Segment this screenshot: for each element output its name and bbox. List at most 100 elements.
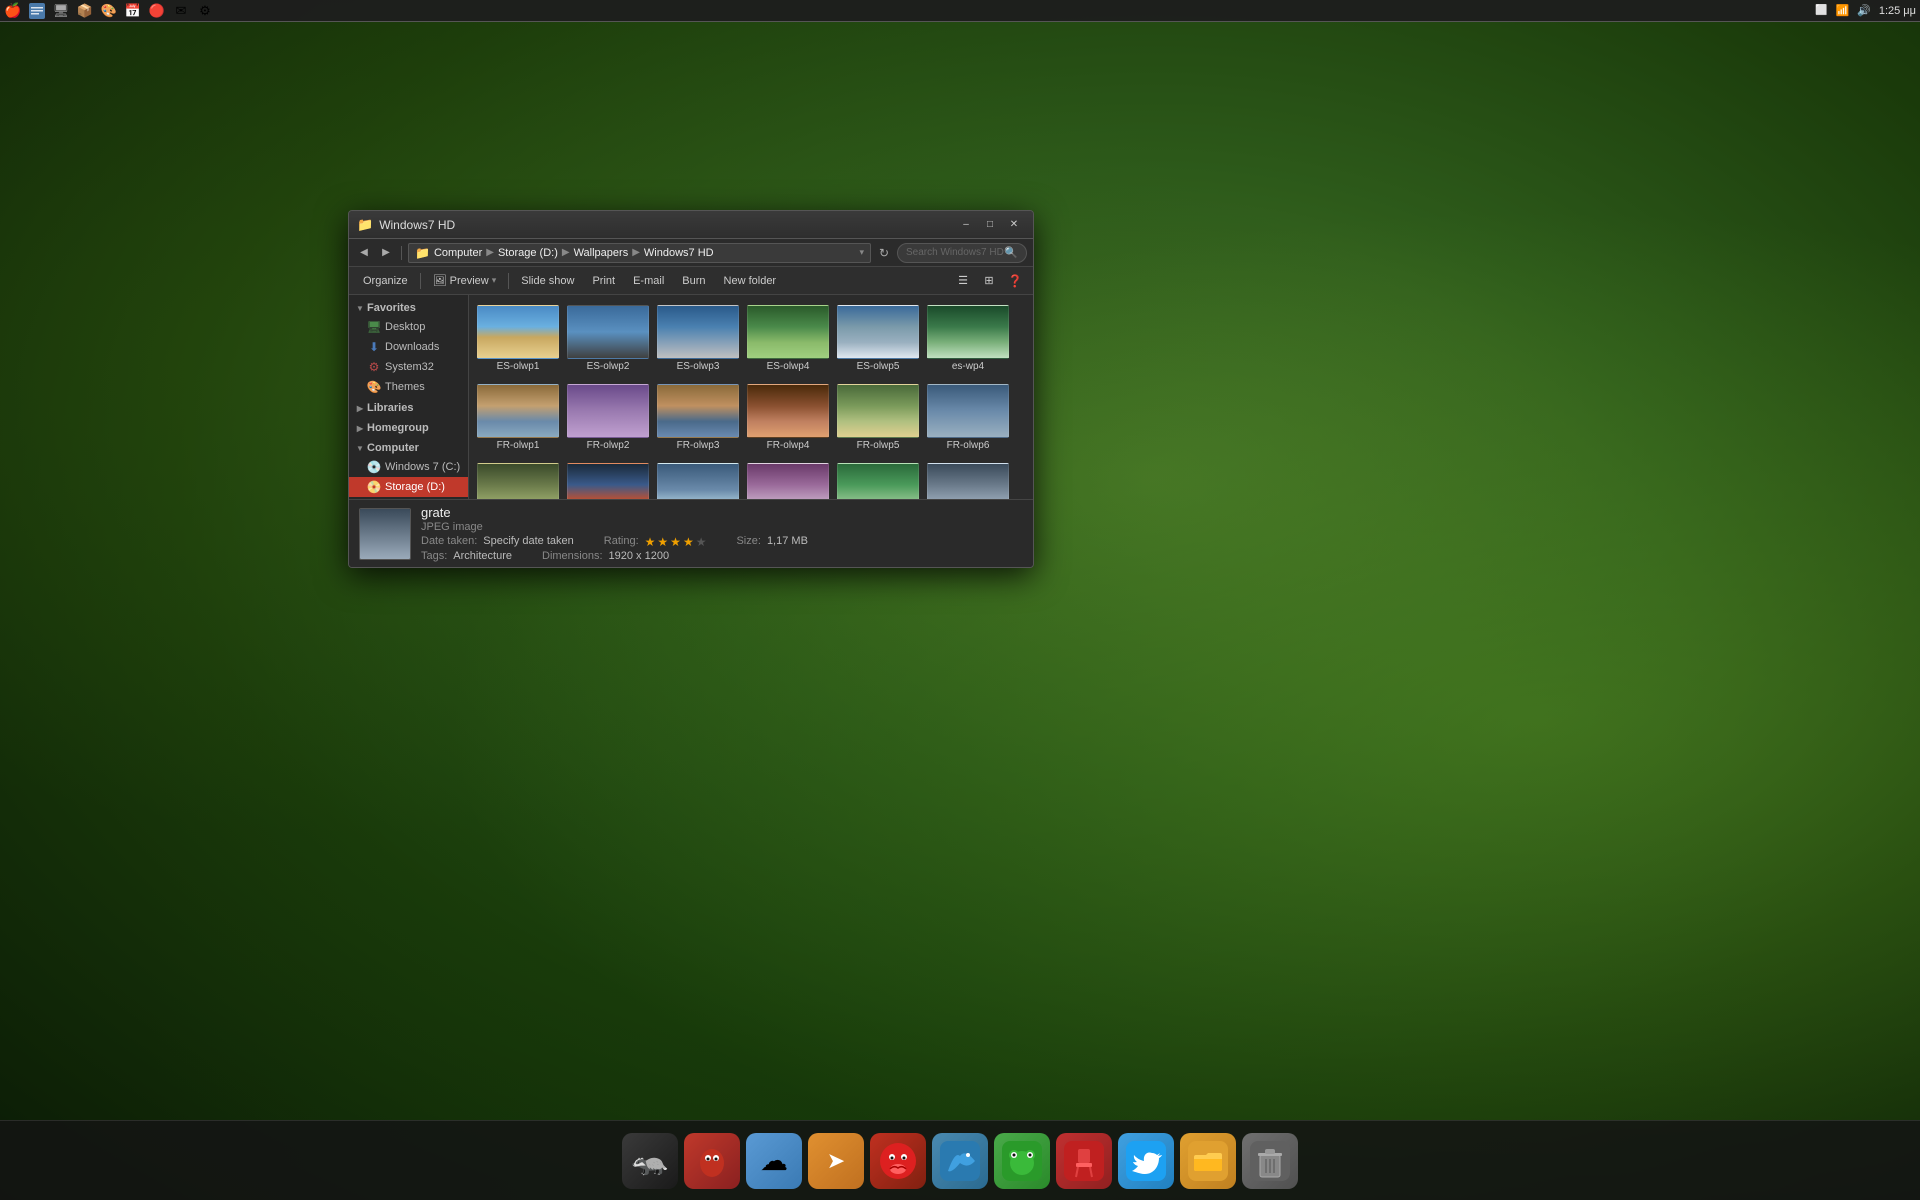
file-item-fr-olwp6[interactable]: FR-olwp6 [925, 380, 1011, 455]
refresh-button[interactable]: ↻ [875, 244, 893, 262]
file-label-fr-olwp5: FR-olwp5 [837, 440, 919, 451]
file-item-fr-wp6[interactable]: fr-wp6 [835, 459, 921, 499]
file-item-es-wp4[interactable]: es-wp4 [925, 301, 1011, 376]
help-button[interactable]: ❓ [1003, 270, 1027, 292]
dock-icon-frog[interactable] [994, 1133, 1050, 1189]
file-thumb-es-olwp3 [657, 305, 739, 359]
view-list-button[interactable]: ☰ [951, 270, 975, 292]
view-grid-button[interactable]: ⊞ [977, 270, 1001, 292]
status-filename: grate [421, 505, 483, 520]
sidebar-computer-header[interactable]: ▼ Computer [349, 439, 468, 457]
sidebar-libraries-header[interactable]: ▶ Libraries [349, 399, 468, 417]
new-folder-button[interactable]: New folder [716, 270, 785, 292]
file-item-es-olwp2[interactable]: ES-olwp2 [565, 301, 651, 376]
calendar-icon[interactable]: 📅 [124, 2, 142, 20]
organize-button[interactable]: Organize [355, 270, 416, 292]
file-item-fr-wp2[interactable]: fr-wp2 [565, 459, 651, 499]
file-item-fr-olwp5[interactable]: FR-olwp5 [835, 380, 921, 455]
sidebar-item-windows7c[interactable]: 💿 Windows 7 (C:) [349, 457, 468, 477]
address-path[interactable]: 📁 Computer ▶ Storage (D:) ▶ Wallpapers ▶… [408, 243, 871, 263]
sidebar-favorites-header[interactable]: ▼ Favorites [349, 299, 468, 317]
dimensions-value: 1920 x 1200 [609, 550, 670, 562]
star-4: ★ [683, 535, 694, 549]
sidebar-item-themes[interactable]: 🎨 Themes [349, 377, 468, 397]
explorer-window: 📁 Windows7 HD – □ ✕ ◀ ▶ 📁 Computer ▶ Sto… [348, 210, 1034, 568]
breadcrumb-wallpapers: Wallpapers [574, 247, 629, 259]
forward-button[interactable]: ▶ [377, 244, 395, 262]
file-thumb-fr-wp3 [657, 463, 739, 499]
computer-chevron: ▼ [355, 443, 365, 453]
winc-drive-icon: 💿 [367, 460, 381, 474]
monitor-icon[interactable]: 🖥 [52, 2, 70, 20]
breadcrumb-windows7hd: Windows7 HD [644, 247, 714, 259]
star-3: ★ [670, 535, 681, 549]
maximize-button[interactable]: □ [979, 216, 1001, 234]
file-item-fr-olwp4[interactable]: FR-olwp4 [745, 380, 831, 455]
tags-value: Architecture [453, 550, 512, 562]
slideshow-button[interactable]: Slide show [513, 270, 582, 292]
minimize-button[interactable]: – [955, 216, 977, 234]
burn-button[interactable]: Burn [674, 270, 713, 292]
file-item-es-olwp4[interactable]: ES-olwp4 [745, 301, 831, 376]
file-item-fr-wp3[interactable]: fr-wp3 [655, 459, 741, 499]
expand-icon: ⬜ [1815, 5, 1827, 16]
wifi-icon: 📶 [1835, 4, 1849, 17]
dock-icon-chair[interactable] [1056, 1133, 1112, 1189]
print-button[interactable]: Print [584, 270, 623, 292]
sidebar-item-system32[interactable]: ⚙ System32 [349, 357, 468, 377]
file-item-fr-olwp1[interactable]: FR-olwp1 [475, 380, 561, 455]
file-item-fr-olwp2[interactable]: FR-olwp2 [565, 380, 651, 455]
file-thumb-fr-wp1 [477, 463, 559, 499]
package-icon[interactable]: 📦 [76, 2, 94, 20]
dock-icon-trash[interactable] [1242, 1133, 1298, 1189]
apple-icon[interactable]: 🍎 [4, 2, 22, 20]
dock-icon-redface[interactable] [870, 1133, 926, 1189]
dock-icon-bird[interactable] [932, 1133, 988, 1189]
search-box[interactable]: Search Windows7 HD 🔍 [897, 243, 1027, 263]
clock: 1:25 μμ [1879, 5, 1916, 17]
status-bar: grate JPEG image Date taken: Specify dat… [349, 499, 1033, 567]
file-item-fr-wp4[interactable]: fr-wp4 [745, 459, 831, 499]
tags-label: Tags: [421, 550, 447, 562]
file-item-fr-wp1[interactable]: fr-wp1 [475, 459, 561, 499]
file-item-es-olwp3[interactable]: ES-olwp3 [655, 301, 741, 376]
star-5: ★ [696, 535, 707, 549]
sidebar-item-downloads[interactable]: ⬇ Downloads [349, 337, 468, 357]
meta-date: Date taken: Specify date taken [421, 535, 574, 549]
file-item-gb-wp1[interactable]: gb-wp1 [925, 459, 1011, 499]
dock-icon-twitter[interactable] [1118, 1133, 1174, 1189]
mail-icon[interactable]: ✉ [172, 2, 190, 20]
dock-icon-arrow[interactable]: ➤ [808, 1133, 864, 1189]
email-button[interactable]: E-mail [625, 270, 672, 292]
close-button[interactable]: ✕ [1003, 216, 1025, 234]
meta-size: Size: 1,17 MB [736, 535, 807, 549]
sidebar-item-desktop[interactable]: 🖥 Desktop [349, 317, 468, 337]
date-taken-value: Specify date taken [483, 535, 574, 549]
status-filetype: JPEG image [421, 521, 483, 533]
size-value: 1,17 MB [767, 535, 808, 549]
preview-button[interactable]: 🖼 Preview ▾ [425, 270, 505, 292]
rating-label: Rating: [604, 535, 639, 549]
sidebar-item-storage-d[interactable]: 📀 Storage (D:) [349, 477, 468, 497]
file-label-es-olwp4: ES-olwp4 [747, 361, 829, 372]
red-icon[interactable]: 🔴 [148, 2, 166, 20]
file-label-es-olwp5: ES-olwp5 [837, 361, 919, 372]
file-thumb-fr-olwp1 [477, 384, 559, 438]
search-placeholder: Search Windows7 HD [906, 247, 1004, 258]
status-meta-2: Tags: Architecture Dimensions: 1920 x 12… [421, 550, 1023, 562]
file-item-fr-olwp3[interactable]: FR-olwp3 [655, 380, 741, 455]
dock-icon-cloud[interactable]: ☁ [746, 1133, 802, 1189]
dock-icon-badger[interactable]: 🦡 [622, 1133, 678, 1189]
file-thumb-fr-olwp3 [657, 384, 739, 438]
file-item-es-olwp5[interactable]: ES-olwp5 [835, 301, 921, 376]
back-button[interactable]: ◀ [355, 244, 373, 262]
file-item-es-olwp1[interactable]: ES-olwp1 [475, 301, 561, 376]
finder-icon[interactable] [28, 2, 46, 20]
settings-top-icon[interactable]: ⚙ [196, 2, 214, 20]
dock-icon-monster[interactable] [684, 1133, 740, 1189]
sidebar-homegroup-header[interactable]: ▶ Homegroup [349, 419, 468, 437]
paint-icon[interactable]: 🎨 [100, 2, 118, 20]
dock-icon-folder[interactable] [1180, 1133, 1236, 1189]
desktop-background [0, 0, 1920, 1200]
file-label-fr-olwp1: FR-olwp1 [477, 440, 559, 451]
